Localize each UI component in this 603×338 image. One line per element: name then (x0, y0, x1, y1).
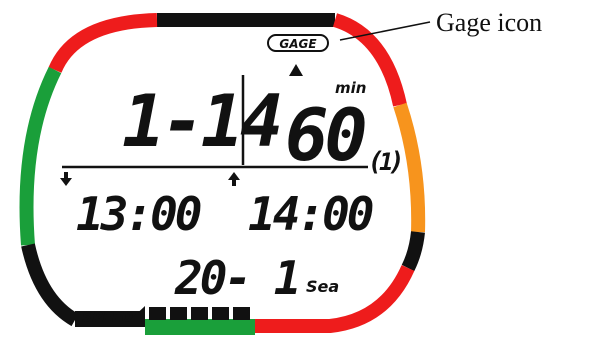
ascent-triangle-icon (289, 64, 303, 76)
speed-bar (149, 307, 250, 320)
bezel-bottom-green (145, 319, 255, 335)
speed-bar-segment (233, 307, 250, 320)
bezel-top-left-red (48, 13, 158, 73)
gage-badge-text: GAGE (279, 37, 317, 51)
time-right: 14:00 (248, 187, 373, 241)
date-value: 20- 1 (174, 251, 298, 305)
down-arrow-icon (60, 172, 72, 186)
elapsed-time: 1-14 (122, 79, 280, 163)
speed-bar-segment (149, 307, 166, 320)
callout-label: Gage icon (436, 8, 542, 37)
bezel-left-green (19, 66, 62, 246)
bezel-bottom-left-black (21, 243, 79, 327)
speed-bar-segment (170, 307, 187, 320)
bezel-right-black (401, 231, 425, 272)
up-arrow-icon (228, 172, 240, 186)
dive-time: 60 (285, 93, 365, 177)
side-paren-right: ) (389, 147, 405, 177)
speed-label: SPEED (82, 310, 133, 326)
speed-bar-segment (191, 307, 208, 320)
dive-computer-diagram: GAGE Gage icon 1-14 min 60 ( 1 ) 13:00 1… (19, 8, 542, 335)
gage-badge: GAGE (267, 34, 329, 52)
speed-bar-segment (212, 307, 229, 320)
time-left: 13:00 (76, 187, 201, 241)
water-type: Sea (306, 277, 339, 296)
